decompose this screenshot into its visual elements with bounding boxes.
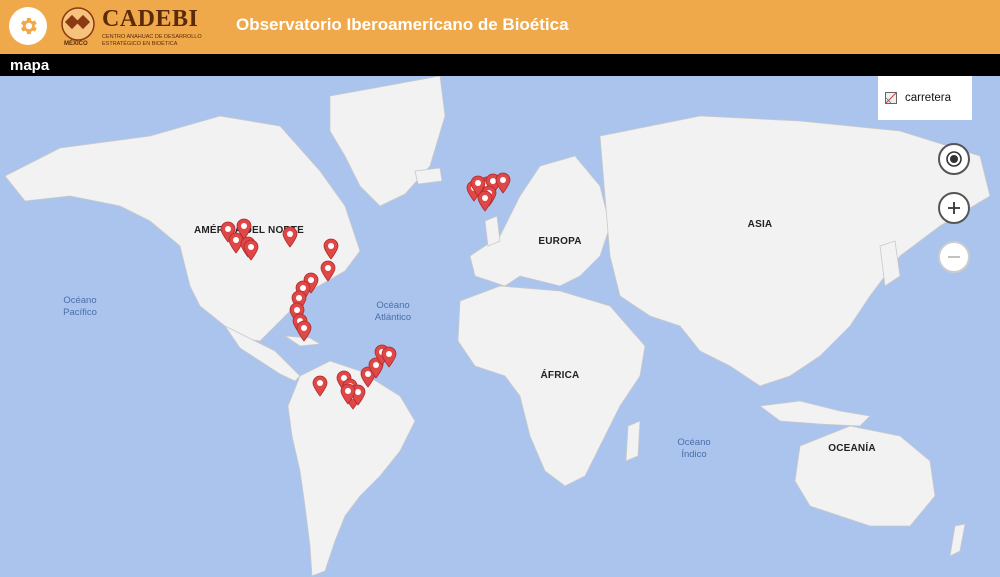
location-marker-icon[interactable]: [470, 175, 486, 197]
settings-button[interactable]: [9, 7, 47, 45]
target-icon: [946, 151, 962, 167]
label-atlantic-ocean: Océano Atlántico: [374, 300, 412, 323]
location-marker-icon[interactable]: [312, 375, 328, 397]
location-marker-icon[interactable]: [296, 320, 312, 342]
location-marker-icon[interactable]: [282, 226, 298, 248]
zoom-out-button[interactable]: [938, 241, 970, 273]
label-indian-ocean: Océano Índico: [677, 437, 711, 460]
map-layer-label: carretera: [905, 92, 952, 104]
plus-icon: [948, 202, 960, 214]
location-marker-icon[interactable]: [381, 346, 397, 368]
zoom-in-button[interactable]: [938, 192, 970, 224]
map-layer-toggle[interactable]: carretera: [878, 76, 972, 120]
gear-icon: [21, 17, 37, 35]
label-pacific-ocean: Océano Pacífico: [63, 295, 97, 318]
locate-button[interactable]: [938, 143, 970, 175]
label-europe: EUROPA: [538, 236, 582, 247]
app-title: Observatorio Iberoamericano de Bioética: [236, 15, 569, 34]
section-label: mapa: [10, 57, 50, 74]
location-marker-icon[interactable]: [495, 172, 511, 194]
location-marker-icon[interactable]: [243, 239, 259, 261]
label-oceania: OCEANÍA: [828, 443, 876, 454]
cadebi-logo: MÉXICO CADEBI CENTRO ANAHUAC DE DESARROL…: [58, 4, 228, 50]
label-africa: ÁFRICA: [540, 370, 580, 381]
location-marker-icon[interactable]: [320, 260, 336, 282]
location-marker-icon[interactable]: [340, 383, 356, 405]
map-land-layer: [4, 76, 991, 577]
logo-text: CADEBI: [102, 6, 199, 32]
label-asia: ASIA: [747, 219, 773, 230]
minus-icon: [948, 256, 960, 258]
logo-subtitle-1: CENTRO ANAHUAC DE DESARROLLO: [102, 34, 202, 40]
world-map[interactable]: AMÉRICA DEL NORTE EUROPA ASIA ÁFRICA OCE…: [0, 76, 1000, 577]
section-bar: mapa: [0, 54, 1000, 76]
logo-subtitle-2: ESTRATÉGICO EN BIOÉTICA: [102, 41, 178, 47]
map-layer-icon: [885, 92, 897, 104]
app-header: MÉXICO CADEBI CENTRO ANAHUAC DE DESARROL…: [0, 0, 1000, 54]
logo-country: MÉXICO: [64, 41, 88, 47]
location-marker-icon[interactable]: [323, 238, 339, 260]
